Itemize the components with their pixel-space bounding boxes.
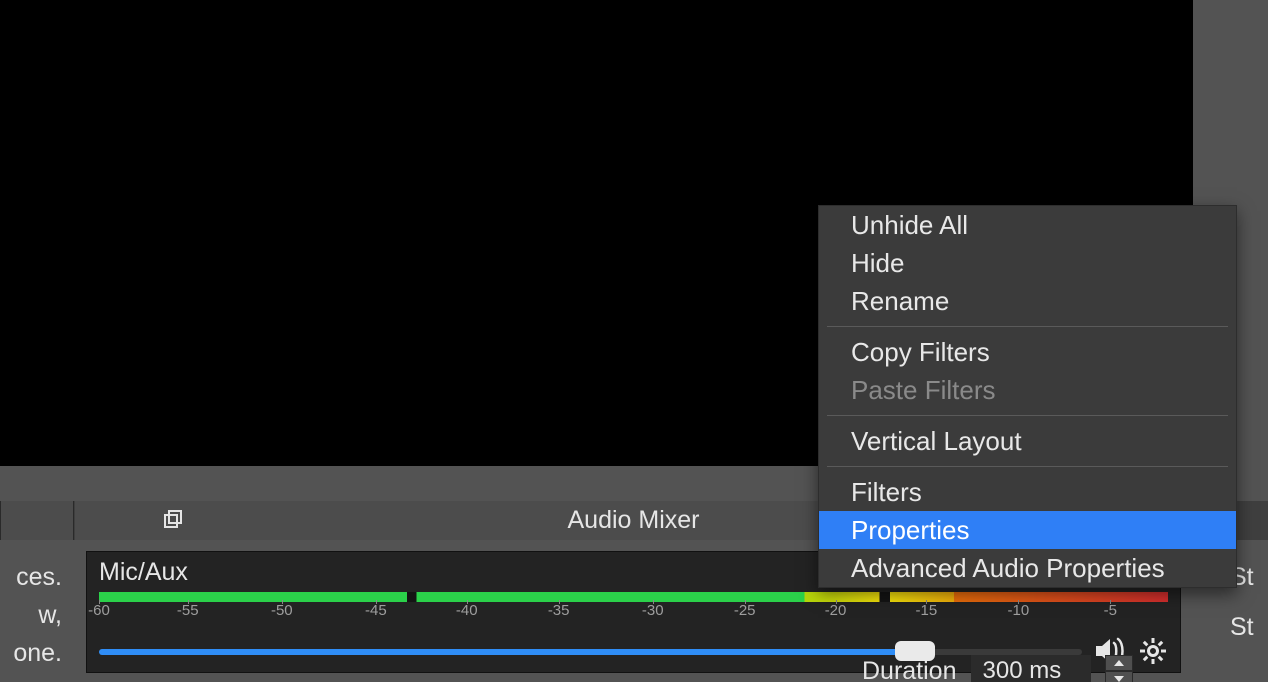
meter-tick: -55 [168, 602, 208, 619]
menu-item-paste-filters: Paste Filters [819, 371, 1236, 409]
menu-item-filters[interactable]: Filters [819, 473, 1236, 511]
meter-tick: -35 [539, 602, 579, 619]
meter-tick: -5 [1090, 602, 1130, 619]
menu-item-unhide-all[interactable]: Unhide All [819, 206, 1236, 244]
menu-item-copy-filters[interactable]: Copy Filters [819, 333, 1236, 371]
menu-item-advanced-audio-properties[interactable]: Advanced Audio Properties [819, 549, 1236, 587]
transition-duration-row: Duration 300 ms [862, 655, 1133, 682]
meter-tick: -30 [633, 602, 673, 619]
duration-label: Duration [862, 657, 957, 682]
left-panel-fragment: ces. w, one. [0, 540, 74, 682]
mixer-context-menu: Unhide AllHideRename Copy FiltersPaste Fi… [818, 205, 1237, 588]
meter-tick: -40 [447, 602, 487, 619]
meter-tick: -20 [816, 602, 856, 619]
menu-separator [827, 326, 1228, 327]
stepper-down-icon[interactable] [1105, 671, 1133, 682]
meter-tick: -45 [356, 602, 396, 619]
undock-icon[interactable] [163, 510, 183, 530]
meter-tick: -60 [79, 602, 119, 619]
audio-meter: -60-55-50-45-40-35-30-25-20-15-10-5 [99, 592, 1168, 624]
gear-icon[interactable] [1138, 636, 1168, 666]
panel-title: Audio Mixer [568, 506, 700, 535]
menu-item-hide[interactable]: Hide [819, 244, 1236, 282]
menu-item-properties[interactable]: Properties [819, 511, 1236, 549]
stepper-up-icon[interactable] [1105, 655, 1133, 671]
meter-ticks: -60-55-50-45-40-35-30-25-20-15-10-5 [99, 602, 1168, 624]
meter-tick: -25 [725, 602, 765, 619]
menu-separator [827, 466, 1228, 467]
slider-fill [99, 649, 915, 655]
menu-item-rename[interactable]: Rename [819, 282, 1236, 320]
duration-input[interactable]: 300 ms [971, 655, 1091, 682]
menu-separator [827, 415, 1228, 416]
meter-tick: -50 [262, 602, 302, 619]
meter-gradient [99, 592, 1168, 602]
duration-stepper[interactable] [1105, 655, 1133, 682]
meter-tick: -10 [998, 602, 1038, 619]
dock-left-stub [0, 501, 74, 540]
menu-item-vertical-layout[interactable]: Vertical Layout [819, 422, 1236, 460]
meter-tick: -15 [906, 602, 946, 619]
